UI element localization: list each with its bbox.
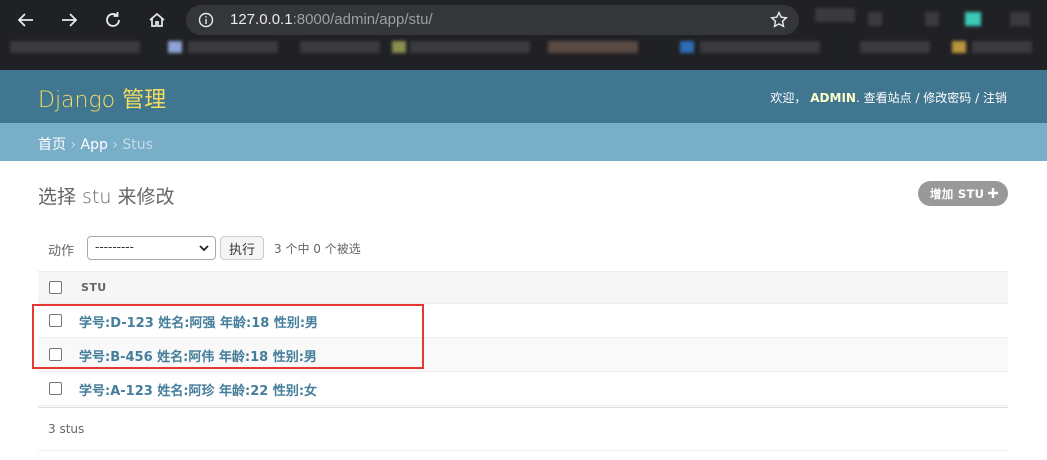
address-bar[interactable]: 127.0.0.1:8000/admin/app/stu/ [186, 5, 799, 35]
breadcrumb-separator: › [107, 137, 123, 153]
star-icon[interactable] [769, 10, 789, 30]
blurred-extension [965, 12, 981, 26]
breadcrumb-current: Stus [122, 137, 153, 153]
paginator: 3 stus [38, 407, 1008, 451]
browser-chrome: 127.0.0.1:8000/admin/app/stu/ [0, 0, 1047, 70]
column-header-stu[interactable]: STU [81, 281, 107, 294]
add-stu-label: 增加 STU [930, 186, 985, 201]
welcome-text: 欢迎， [770, 91, 807, 105]
row-checkbox[interactable] [49, 382, 62, 395]
selection-counter: 3 个中 0 个被选 [274, 242, 361, 256]
chevron-down-icon [199, 245, 209, 252]
home-icon [149, 12, 165, 27]
link-separator: / [971, 91, 983, 105]
home-button[interactable] [144, 7, 170, 33]
url-path: :8000/admin/app/stu/ [292, 11, 433, 28]
reload-button[interactable] [100, 7, 126, 33]
breadcrumb: 首页 › App › Stus [0, 123, 1047, 161]
blurred-extension [868, 12, 882, 26]
blurred-bookmark [860, 41, 930, 53]
plus-icon [988, 188, 998, 198]
blurred-bookmark [188, 41, 278, 53]
go-button[interactable]: 执行 [220, 236, 264, 260]
result-table: STU 学号:D-123 姓名:阿强 年龄:18 性别:男 学号:B-456 姓… [38, 271, 1008, 406]
user-tools: 欢迎， ADMIN. 查看站点 / 修改密码 / 注销 [770, 89, 1007, 106]
logout-link[interactable]: 注销 [983, 91, 1007, 105]
blurred-extension [1010, 12, 1030, 26]
username-dot: . [855, 91, 860, 105]
table-row: 学号:A-123 姓名:阿珍 年龄:22 性别:女 [38, 372, 1008, 406]
breadcrumb-home[interactable]: 首页 [38, 137, 66, 153]
row-checkbox[interactable] [49, 314, 62, 327]
blurred-bookmark [10, 41, 140, 53]
row-link[interactable]: 学号:B-456 姓名:阿伟 年龄:18 性别:男 [79, 346, 317, 365]
blurred-bookmark [548, 41, 638, 53]
url-text: 127.0.0.1:8000/admin/app/stu/ [230, 11, 433, 28]
blurred-bookmark [700, 41, 820, 53]
site-branding[interactable]: Django 管理 [38, 82, 166, 114]
blurred-bookmark [952, 41, 966, 53]
blurred-bookmark [680, 41, 694, 53]
breadcrumb-separator: › [66, 137, 81, 153]
page-title: 选择 stu 来修改 [38, 186, 175, 208]
table-row: 学号:D-123 姓名:阿强 年龄:18 性别:男 [38, 304, 1008, 338]
change-password-link[interactable]: 修改密码 [923, 91, 971, 105]
blurred-bookmark [410, 41, 530, 53]
breadcrumb-app[interactable]: App [81, 137, 108, 153]
view-site-link[interactable]: 查看站点 [864, 91, 912, 105]
blurred-bookmark [300, 41, 380, 53]
arrow-right-icon [62, 13, 78, 27]
blurred-extension [925, 12, 939, 26]
username: ADMIN [810, 91, 856, 105]
reload-icon [106, 12, 120, 27]
arrow-left-icon [17, 13, 33, 27]
action-select-value: --------- [95, 240, 134, 254]
row-link[interactable]: 学号:A-123 姓名:阿珍 年龄:22 性别:女 [79, 380, 317, 399]
forward-button[interactable] [56, 7, 82, 33]
table-header: STU [38, 271, 1008, 304]
row-link[interactable]: 学号:D-123 姓名:阿强 年龄:18 性别:男 [79, 312, 318, 331]
action-label: 动作 [48, 244, 75, 259]
back-button[interactable] [13, 7, 39, 33]
blurred-bookmark [392, 41, 406, 53]
table-row: 学号:B-456 姓名:阿伟 年龄:18 性别:男 [38, 338, 1008, 372]
blurred-bookmark [972, 41, 1032, 53]
url-host: 127.0.0.1 [230, 11, 293, 28]
action-select[interactable]: --------- [87, 236, 216, 260]
actions-bar: 动作 --------- 执行 3 个中 0 个被选 [38, 230, 1008, 268]
info-icon[interactable] [198, 12, 214, 28]
select-all-checkbox[interactable] [49, 281, 62, 294]
add-stu-button[interactable]: 增加 STU [918, 181, 1008, 206]
result-count: 3 stus [48, 422, 85, 436]
admin-header: Django 管理 欢迎， ADMIN. 查看站点 / 修改密码 / 注销 [0, 70, 1047, 123]
bookmarks-bar [0, 37, 1047, 62]
link-separator: / [911, 91, 924, 105]
blurred-bookmark [168, 41, 182, 53]
blurred-extension [815, 8, 855, 22]
row-checkbox[interactable] [49, 348, 62, 361]
